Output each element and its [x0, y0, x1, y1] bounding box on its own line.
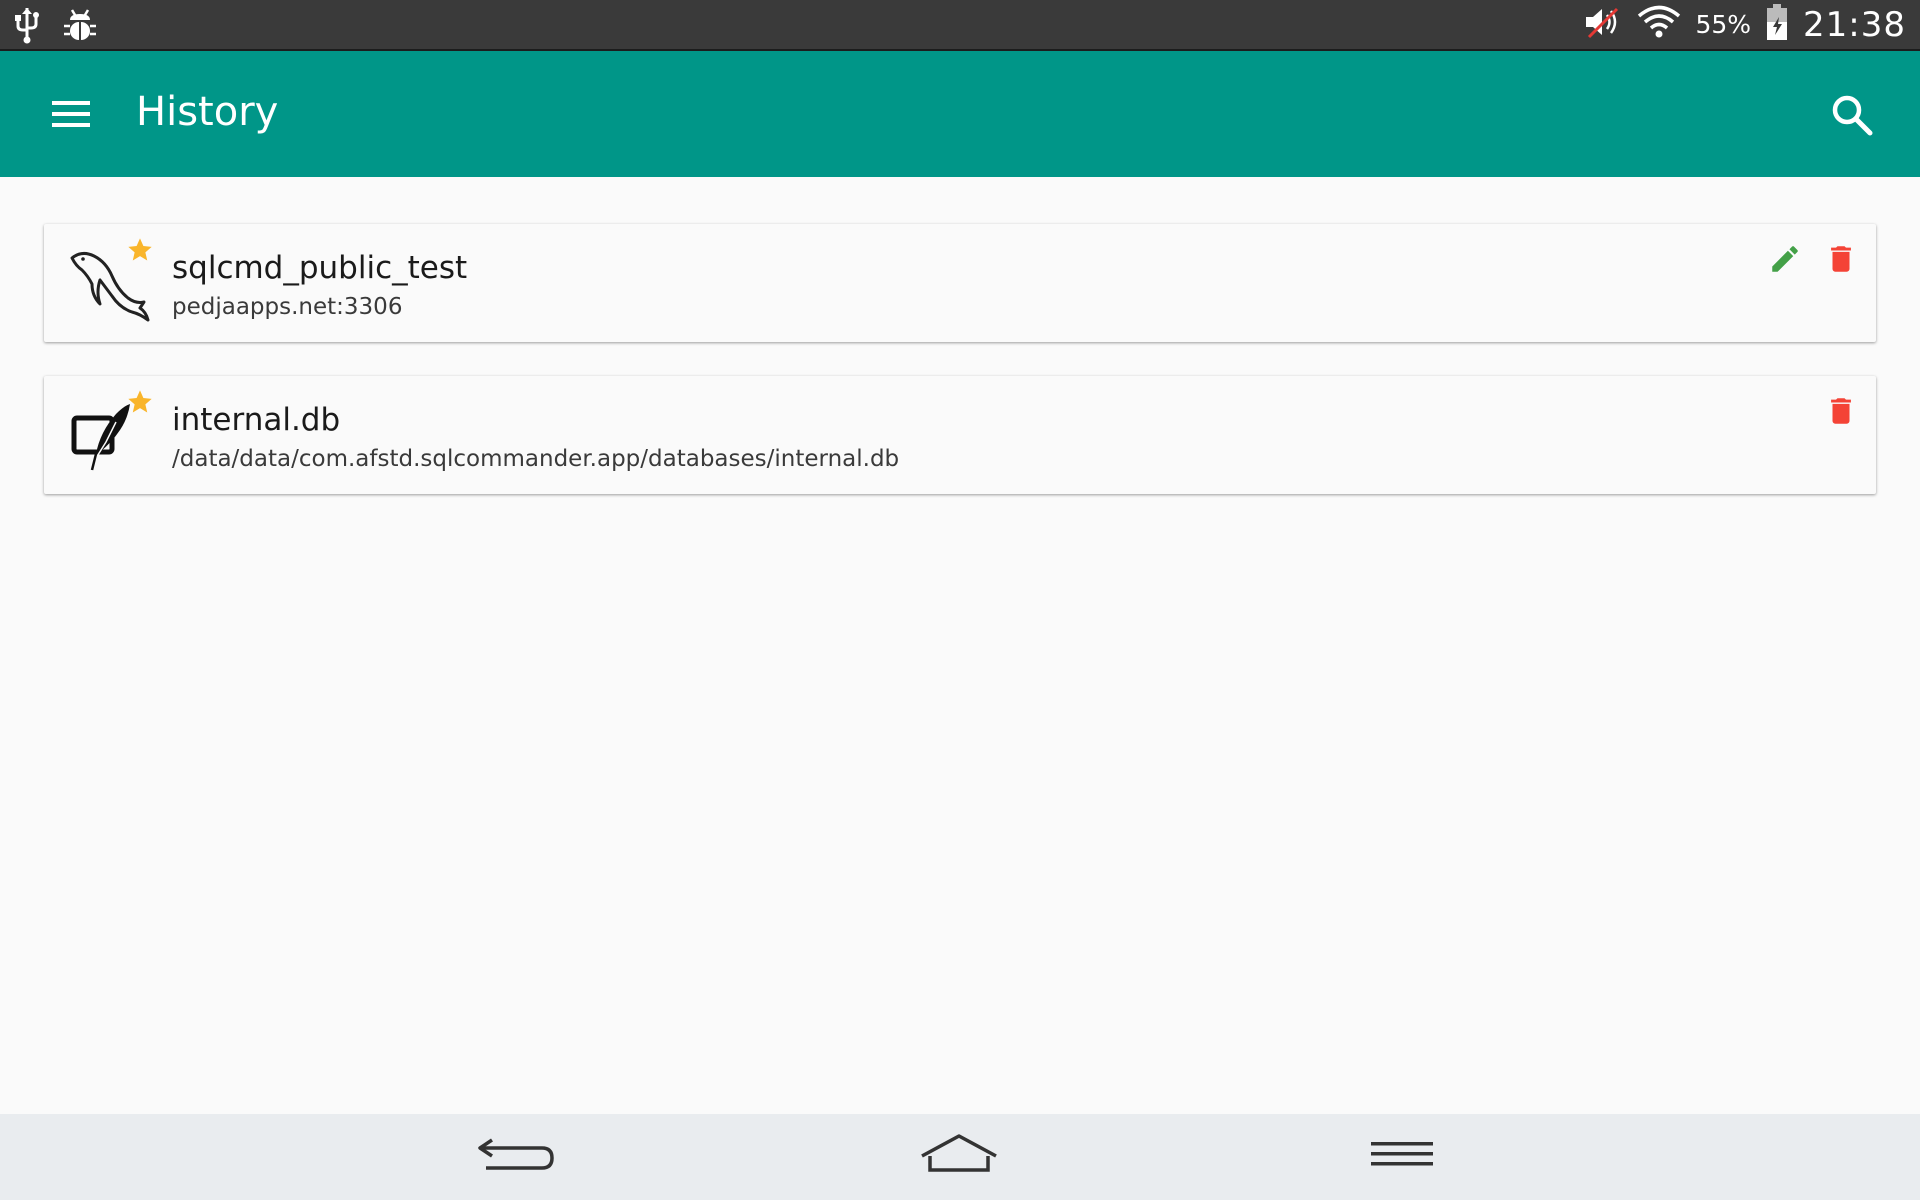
status-right-icons: 55% 21:38	[1583, 0, 1906, 49]
hamburger-menu-icon[interactable]	[46, 92, 96, 136]
search-icon[interactable]	[1828, 91, 1876, 139]
favorite-star-icon	[126, 388, 154, 416]
app-bar: History	[0, 51, 1920, 177]
menu-icon[interactable]	[1357, 1128, 1447, 1184]
volume-muted-icon	[1583, 5, 1623, 44]
debug-icon	[62, 6, 98, 49]
home-icon[interactable]	[914, 1128, 1004, 1184]
favorite-star-icon	[126, 236, 154, 264]
edit-pencil-icon[interactable]	[1768, 242, 1802, 276]
status-bar: 55% 21:38	[0, 0, 1920, 49]
clock: 21:38	[1803, 4, 1906, 45]
status-left-icons	[14, 6, 98, 49]
battery-percent: 55%	[1695, 10, 1752, 39]
connection-address: pedjaapps.net:3306	[172, 294, 403, 320]
database-path: /data/data/com.afstd.sqlcommander.app/da…	[172, 446, 900, 472]
delete-trash-icon[interactable]	[1824, 394, 1858, 428]
connection-name: internal.db	[172, 402, 341, 438]
history-item-internal-db[interactable]: internal.db /data/data/com.afstd.sqlcomm…	[44, 376, 1876, 494]
wifi-icon	[1637, 5, 1681, 44]
connection-name: sqlcmd_public_test	[172, 250, 468, 286]
usb-icon	[14, 6, 40, 49]
back-icon[interactable]	[472, 1128, 562, 1184]
system-nav-bar	[0, 1114, 1920, 1200]
history-item-sqlcmd-public-test[interactable]: sqlcmd_public_test pedjaapps.net:3306	[44, 224, 1876, 342]
battery-charging-icon	[1765, 3, 1789, 46]
delete-trash-icon[interactable]	[1824, 242, 1858, 276]
page-title: History	[136, 89, 279, 135]
